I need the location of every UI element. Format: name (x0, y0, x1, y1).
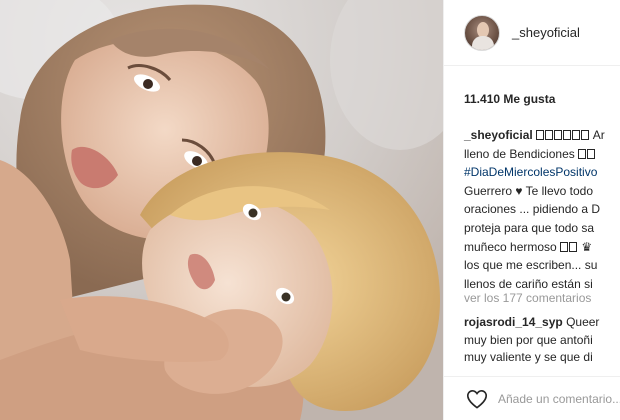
likes-count[interactable]: 11.410 Me gusta (464, 92, 555, 106)
caption-line-1-text: Ar (592, 128, 605, 142)
caption-line-4-text-a: Guerrero (464, 183, 513, 198)
caption-line-4: Guerrero ♥ Te llevo todo (464, 182, 620, 201)
photo-illustration (0, 0, 443, 420)
caption-line-4-text-b: Te llevo todo (525, 183, 594, 198)
emoji-placeholder-icon (536, 128, 590, 142)
comment-line-1: rojasrodi_14_syp Queer (464, 314, 599, 332)
caption-line-3: #DiaDeMiercolesPositivo (464, 163, 620, 182)
emoji-placeholder-icon (578, 147, 596, 161)
like-button[interactable] (466, 387, 488, 411)
caption-line-6: proteja para que todo sa (464, 220, 595, 235)
avatar-body (472, 35, 494, 50)
heart-outline-icon (466, 389, 488, 409)
heart-emoji-icon: ♥ (515, 183, 523, 198)
comment: rojasrodi_14_syp Queer muy bien por que … (464, 314, 599, 367)
caption-line-2-text: lleno de Bendiciones (464, 146, 575, 161)
comment-line-2: muy bien por que antoñi (464, 332, 593, 347)
post-header: _sheyoficial (444, 0, 620, 66)
comment-line-1-text: Queer (566, 315, 600, 329)
post-photo[interactable] (0, 0, 443, 420)
caption-line-8: los que me escriben... su (464, 258, 598, 273)
caption-line-5: oraciones ... pidiendo a D (464, 202, 601, 217)
comment-line-3: muy valiente y se que di (464, 350, 593, 364)
post-details-pane: _sheyoficial 11.410 Me gusta _sheyoficia… (443, 0, 620, 420)
view-all-comments-link[interactable]: ver los 177 comentarios (464, 291, 591, 305)
caption-line-7: muñeco hermoso ♛ (464, 238, 620, 257)
add-comment-input[interactable] (498, 391, 620, 406)
username-link[interactable]: _sheyoficial (512, 25, 580, 40)
caption-username[interactable]: _sheyoficial (464, 128, 533, 142)
emoji-placeholder-icon (560, 240, 578, 254)
hashtag-link[interactable]: #DiaDeMiercolesPositivo (464, 165, 597, 179)
post-footer (444, 376, 620, 420)
caption-line-1: _sheyoficial Ar (464, 126, 620, 145)
caption: _sheyoficial Ar lleno de Bendiciones #Di… (464, 126, 620, 293)
avatar[interactable] (464, 14, 500, 51)
caption-line-7-text: muñeco hermoso (464, 239, 557, 254)
crown-emoji-icon: ♛ (581, 239, 593, 254)
comment-username[interactable]: rojasrodi_14_syp (464, 315, 563, 329)
caption-line-2: lleno de Bendiciones (464, 145, 620, 164)
